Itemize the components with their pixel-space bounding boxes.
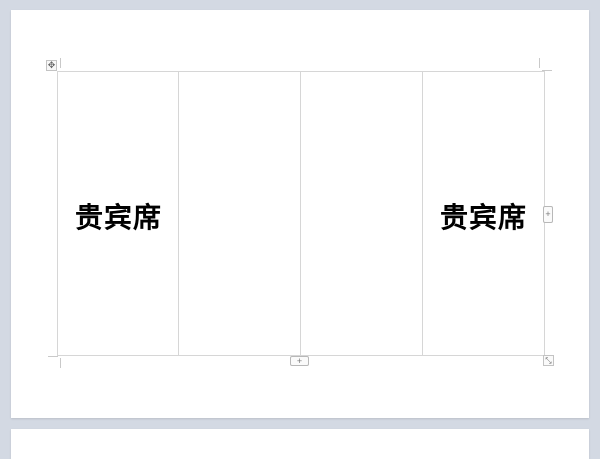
margin-mark-top-left-v	[60, 58, 61, 68]
table-column-border	[178, 72, 179, 355]
margin-mark-bottom-left-h	[48, 356, 58, 357]
margin-mark-top-right-v	[539, 58, 540, 68]
add-row-button[interactable]: +	[290, 356, 309, 366]
table-cell-text[interactable]: 贵宾席	[440, 196, 527, 236]
table-column-border	[422, 72, 423, 355]
table-column-border	[57, 72, 58, 355]
plus-icon: +	[545, 209, 551, 219]
move-icon: ✥	[47, 60, 56, 70]
table-cell-text[interactable]: 贵宾席	[75, 196, 162, 236]
table-move-handle[interactable]: ✥	[46, 60, 57, 71]
add-column-button[interactable]: +	[543, 206, 553, 223]
resize-icon: ⤡	[545, 356, 552, 365]
table-column-border	[300, 72, 301, 355]
seat-sign-table[interactable]: 贵宾席 贵宾席	[57, 71, 545, 356]
margin-mark-bottom-left-v	[60, 358, 61, 368]
table-resize-handle[interactable]: ⤡	[543, 355, 554, 366]
plus-icon: +	[296, 356, 303, 366]
document-page[interactable]: ✥ 贵宾席 贵宾席 + + ⤡	[11, 10, 589, 418]
next-document-page[interactable]	[11, 429, 589, 459]
